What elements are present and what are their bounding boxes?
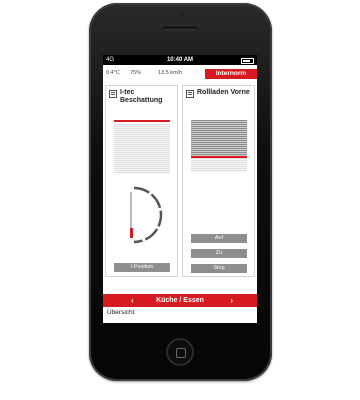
next-room-button[interactable]: › [230, 294, 233, 307]
overview-link[interactable]: Übersicht [107, 309, 134, 316]
clock: 10:40 AM [166, 57, 194, 63]
up-button[interactable]: Auf [191, 234, 247, 243]
shutter-card[interactable]: Rollladen Vorne Auf Zu Stop [182, 85, 255, 277]
app-screen: 4G 10:40 AM 0.4°C 75% 13.5 km/h Internor… [103, 55, 257, 323]
down-button[interactable]: Zu [191, 249, 247, 258]
wind-value: 13.5 km/h [158, 70, 183, 76]
weather-bar: 0.4°C 75% 13.5 km/h Internorm [103, 67, 257, 81]
position-indicator-line [114, 120, 170, 122]
shade-card[interactable]: I-tec Beschattung I-Position [105, 85, 178, 277]
status-bar: 4G 10:40 AM [103, 55, 257, 65]
home-square-icon [176, 348, 186, 358]
camera-icon [179, 13, 184, 18]
room-name: Küche / Essen [156, 297, 204, 304]
shade-card-icon [109, 90, 117, 98]
i-position-button[interactable]: I-Position [114, 263, 170, 272]
shutter-open-area [191, 158, 247, 172]
prev-room-button[interactable]: ‹ [131, 294, 134, 307]
battery-icon [241, 58, 254, 64]
tilt-dial[interactable] [120, 184, 170, 246]
shutter-slats-preview [191, 120, 247, 156]
shutter-card-icon [186, 90, 194, 98]
room-navigation: ‹ Küche / Essen › [103, 294, 257, 307]
card-title: Rollladen Vorne [197, 89, 250, 96]
speaker-grille [163, 27, 197, 31]
humidity-value: 75% [130, 70, 142, 76]
temperature-value: 0.4°C [106, 70, 120, 76]
brand-logo: Internorm [205, 69, 257, 79]
stop-button[interactable]: Stop [191, 264, 247, 273]
card-title: I-tec Beschattung [120, 89, 163, 104]
home-button[interactable] [166, 338, 194, 366]
shade-slats-preview [114, 124, 170, 174]
